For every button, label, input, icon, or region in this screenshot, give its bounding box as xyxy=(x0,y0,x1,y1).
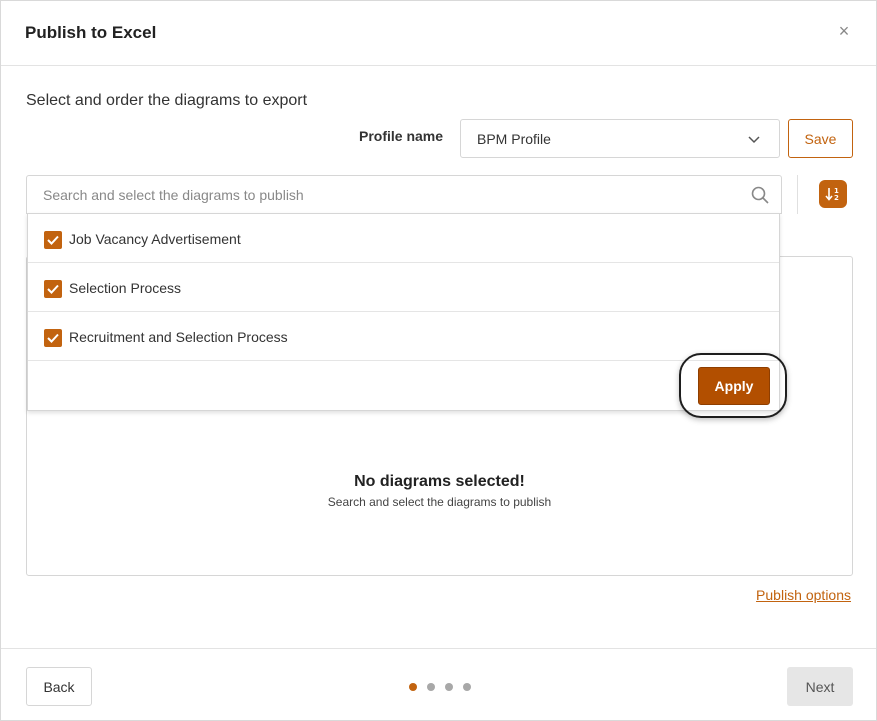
check-icon xyxy=(47,235,59,245)
close-icon[interactable]: × xyxy=(834,21,854,41)
step-dot xyxy=(427,683,435,691)
publish-dialog: Publish to Excel × Select and order the … xyxy=(0,0,877,721)
profile-select-value: BPM Profile xyxy=(477,131,551,147)
publish-options-link[interactable]: Publish options xyxy=(756,587,851,603)
sort-button[interactable]: 1 2 xyxy=(819,180,847,208)
diagram-option-label: Selection Process xyxy=(69,280,182,296)
diagram-dropdown: Job Vacancy Advertisement Selection Proc… xyxy=(27,213,780,411)
step-dot xyxy=(445,683,453,691)
dialog-header: Publish to Excel × xyxy=(1,1,876,66)
checkbox-checked[interactable] xyxy=(44,280,62,298)
diagram-option-label: Recruitment and Selection Process xyxy=(69,329,288,345)
empty-state-title: No diagrams selected! xyxy=(354,473,525,490)
empty-state-subtitle: Search and select the diagrams to publis… xyxy=(327,495,552,509)
diagram-option[interactable]: Recruitment and Selection Process xyxy=(28,312,779,361)
dialog-footer: Back Next xyxy=(1,648,876,720)
sort-ascending-icon: 1 2 xyxy=(825,187,839,202)
profile-select[interactable]: BPM Profile xyxy=(460,119,780,158)
checkbox-checked[interactable] xyxy=(44,231,62,249)
diagram-option-label: Job Vacancy Advertisement xyxy=(69,231,241,247)
toolbar-divider xyxy=(797,175,798,214)
step-dot xyxy=(409,683,417,691)
chevron-down-icon xyxy=(748,136,760,144)
dialog-subtitle: Select and order the diagrams to export xyxy=(26,92,308,109)
diagram-search-input[interactable] xyxy=(27,176,747,213)
diagram-search xyxy=(26,175,782,214)
profile-name-label: Profile name xyxy=(359,128,444,144)
dialog-title: Publish to Excel xyxy=(25,23,157,42)
checkbox-checked[interactable] xyxy=(44,329,62,347)
next-button[interactable]: Next xyxy=(787,667,853,706)
back-button[interactable]: Back xyxy=(26,667,92,706)
save-profile-button[interactable]: Save xyxy=(788,119,853,158)
check-icon xyxy=(47,284,59,294)
check-icon xyxy=(47,333,59,343)
diagram-option[interactable]: Selection Process xyxy=(28,263,779,312)
apply-button[interactable]: Apply xyxy=(698,367,770,405)
svg-text:2: 2 xyxy=(834,194,839,202)
search-icon[interactable] xyxy=(751,186,769,204)
diagram-option[interactable]: Job Vacancy Advertisement xyxy=(28,214,779,263)
step-dot xyxy=(463,683,471,691)
